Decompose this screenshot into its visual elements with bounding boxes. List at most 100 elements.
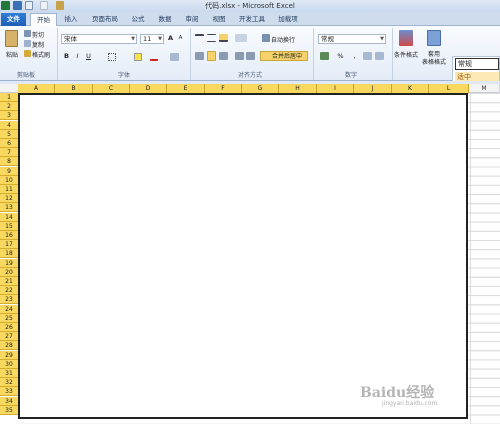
row-header[interactable]: 28 xyxy=(0,341,18,351)
tab-formulas[interactable]: 公式 xyxy=(127,13,149,26)
bold-button[interactable]: B xyxy=(62,52,71,61)
row-header[interactable]: 21 xyxy=(0,277,18,286)
tab-review[interactable]: 审阅 xyxy=(181,13,203,26)
merge-center-button[interactable]: 合并后居中 xyxy=(260,51,308,61)
row-header[interactable]: 32 xyxy=(0,378,18,388)
cut-icon[interactable] xyxy=(24,30,31,37)
paste-button[interactable]: 粘贴 xyxy=(3,50,21,59)
phonetic-icon[interactable] xyxy=(170,53,179,61)
column-header-l[interactable]: L xyxy=(429,84,469,93)
row-header[interactable]: 5 xyxy=(0,129,18,139)
percent-button[interactable]: % xyxy=(336,52,345,61)
decrease-indent-icon[interactable] xyxy=(235,52,244,60)
font-name-combo[interactable]: 宋体 ▼ xyxy=(61,34,137,44)
format-painter-button[interactable]: 格式刷 xyxy=(32,50,54,59)
row-header[interactable]: 34 xyxy=(0,396,18,406)
wrap-text-button[interactable]: 自动换行 xyxy=(271,35,305,44)
column-header-d[interactable]: D xyxy=(130,84,167,93)
row-header[interactable]: 31 xyxy=(0,369,18,378)
tab-home[interactable]: 开始 xyxy=(30,13,57,26)
tab-page-layout[interactable]: 页面布局 xyxy=(87,13,123,26)
currency-icon[interactable] xyxy=(320,52,329,60)
conditional-format-button[interactable]: 条件格式 xyxy=(393,50,419,59)
column-header-i[interactable]: I xyxy=(317,84,354,93)
row-header[interactable]: 11 xyxy=(0,185,18,194)
row-header[interactable]: 12 xyxy=(0,194,18,204)
column-header-j[interactable]: J xyxy=(354,84,392,93)
row-header[interactable]: 3 xyxy=(0,111,18,121)
row-header[interactable]: 33 xyxy=(0,387,18,397)
column-header-e[interactable]: E xyxy=(167,84,205,93)
row-header[interactable]: 30 xyxy=(0,359,18,369)
tab-file[interactable]: 文件 xyxy=(1,13,26,26)
column-header-b[interactable]: B xyxy=(55,84,93,93)
column-header-m[interactable]: M xyxy=(469,84,500,93)
increase-decimal-icon[interactable] xyxy=(363,52,372,60)
shrink-font-icon[interactable]: A xyxy=(176,34,185,43)
row-header[interactable]: 7 xyxy=(0,148,18,158)
row-header[interactable]: 22 xyxy=(0,286,18,296)
tab-developer[interactable]: 开发工具 xyxy=(235,13,269,26)
align-middle-icon[interactable] xyxy=(207,34,216,42)
selected-range[interactable] xyxy=(18,93,468,419)
row-header[interactable]: 1 xyxy=(0,93,18,102)
copy-button[interactable]: 复制 xyxy=(32,40,50,49)
row-header[interactable]: 25 xyxy=(0,313,18,323)
format-table-icon[interactable] xyxy=(427,30,441,46)
row-header[interactable]: 8 xyxy=(0,157,18,167)
underline-button[interactable]: U xyxy=(84,52,93,61)
orientation-icon[interactable] xyxy=(235,34,247,42)
tab-view[interactable]: 视图 xyxy=(208,13,230,26)
tab-data[interactable]: 数据 xyxy=(154,13,176,26)
conditional-format-icon[interactable] xyxy=(399,30,413,46)
row-header[interactable]: 20 xyxy=(0,267,18,277)
column-header-c[interactable]: C xyxy=(93,84,130,93)
row-header[interactable]: 19 xyxy=(0,258,18,268)
paste-icon[interactable] xyxy=(5,30,18,47)
row-header[interactable]: 18 xyxy=(0,249,18,259)
border-icon[interactable] xyxy=(108,53,116,61)
align-left-icon[interactable] xyxy=(195,52,204,60)
tab-addins[interactable]: 加载项 xyxy=(273,13,303,26)
row-header[interactable]: 2 xyxy=(0,102,18,112)
increase-indent-icon[interactable] xyxy=(246,52,255,60)
font-color-icon[interactable] xyxy=(150,53,158,61)
column-header-g[interactable]: G xyxy=(242,84,279,93)
cut-button[interactable]: 剪切 xyxy=(32,30,50,39)
align-bottom-icon[interactable] xyxy=(219,34,228,42)
number-format-combo[interactable]: 常规 ▼ xyxy=(318,34,386,44)
format-painter-icon[interactable] xyxy=(24,50,31,57)
align-right-icon[interactable] xyxy=(219,52,228,60)
column-header-k[interactable]: K xyxy=(392,84,429,93)
row-header[interactable]: 29 xyxy=(0,350,18,360)
column-header-a[interactable]: A xyxy=(18,84,55,93)
align-center-icon[interactable] xyxy=(207,51,216,61)
wrap-text-icon[interactable] xyxy=(262,34,270,42)
fill-color-icon[interactable] xyxy=(134,53,142,61)
row-header[interactable]: 35 xyxy=(0,405,18,415)
copy-icon[interactable] xyxy=(24,40,31,47)
row-header[interactable]: 23 xyxy=(0,295,18,305)
tab-insert[interactable]: 插入 xyxy=(60,13,82,26)
row-header[interactable]: 27 xyxy=(0,332,18,342)
row-header[interactable]: 4 xyxy=(0,120,18,130)
grow-font-icon[interactable]: A xyxy=(166,34,175,43)
column-header-f[interactable]: F xyxy=(205,84,242,93)
row-header[interactable]: 24 xyxy=(0,304,18,314)
style-normal[interactable]: 常规 xyxy=(455,58,499,70)
row-header[interactable]: 16 xyxy=(0,231,18,240)
italic-button[interactable]: I xyxy=(73,52,82,61)
row-header[interactable]: 15 xyxy=(0,221,18,231)
row-header[interactable]: 13 xyxy=(0,203,18,213)
comma-button[interactable]: , xyxy=(350,52,359,61)
row-header[interactable]: 14 xyxy=(0,212,18,222)
row-header[interactable]: 26 xyxy=(0,323,18,332)
column-header-h[interactable]: H xyxy=(279,84,317,93)
row-header[interactable]: 6 xyxy=(0,139,18,148)
align-top-icon[interactable] xyxy=(195,34,204,42)
font-size-combo[interactable]: 11 ▼ xyxy=(140,34,164,44)
row-header[interactable]: 10 xyxy=(0,175,18,185)
row-header[interactable]: 9 xyxy=(0,166,18,176)
row-header[interactable]: 17 xyxy=(0,240,18,250)
decrease-decimal-icon[interactable] xyxy=(375,52,384,60)
